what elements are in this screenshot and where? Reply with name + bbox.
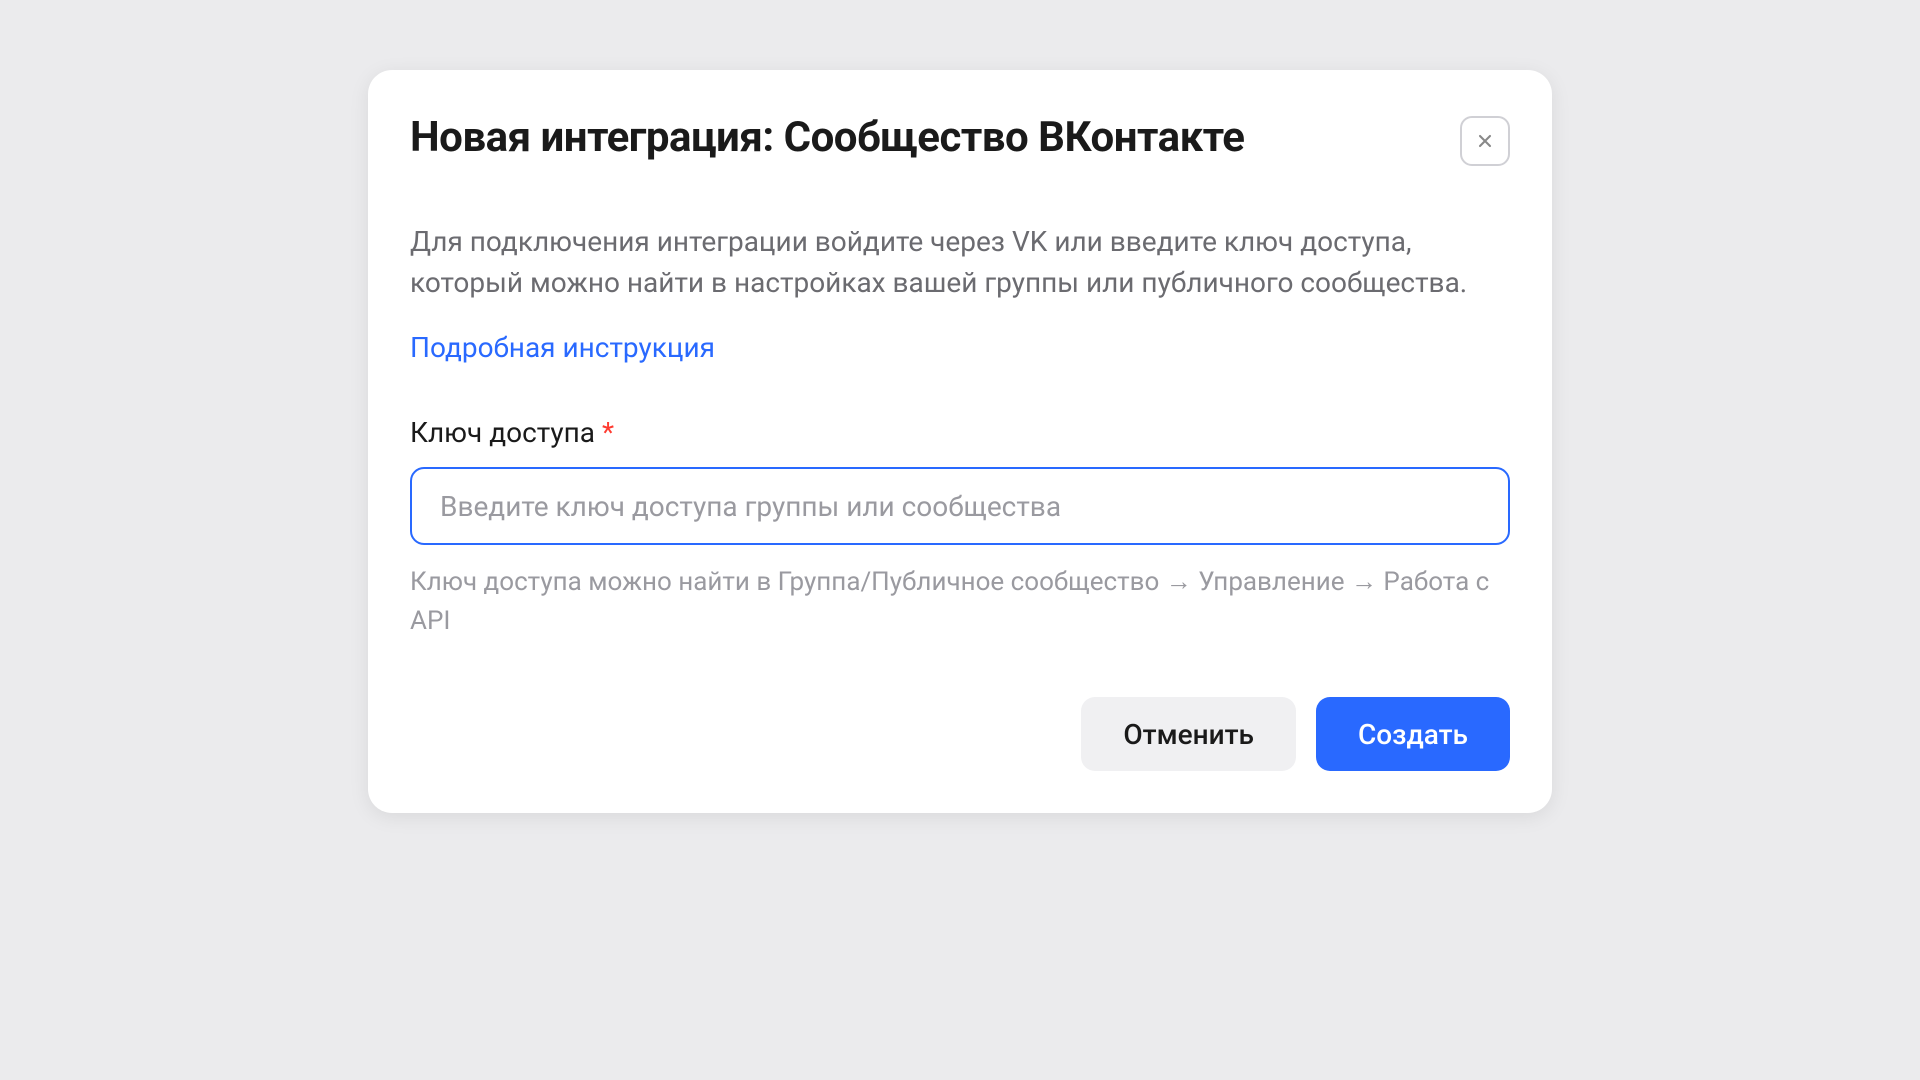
field-label-text: Ключ доступа	[410, 416, 595, 449]
integration-modal: Новая интеграция: Сообщество ВКонтакте Д…	[368, 70, 1552, 813]
close-button[interactable]	[1460, 116, 1510, 166]
cancel-button[interactable]: Отменить	[1081, 697, 1296, 771]
modal-description: Для подключения интеграции войдите через…	[410, 222, 1510, 303]
create-button[interactable]: Создать	[1316, 697, 1510, 771]
modal-title: Новая интеграция: Сообщество ВКонтакте	[410, 112, 1244, 165]
required-asterisk: *	[602, 416, 614, 449]
close-icon	[1475, 131, 1495, 151]
field-label: Ключ доступа *	[410, 416, 1510, 449]
field-help-text: Ключ доступа можно найти в Группа/Публич…	[410, 563, 1510, 641]
access-key-field-group: Ключ доступа * Ключ доступа можно найти …	[410, 416, 1510, 641]
modal-header: Новая интеграция: Сообщество ВКонтакте	[410, 112, 1510, 166]
modal-footer: Отменить Создать	[410, 697, 1510, 771]
help-link[interactable]: Подробная инструкция	[410, 331, 715, 364]
access-key-input[interactable]	[410, 467, 1510, 545]
